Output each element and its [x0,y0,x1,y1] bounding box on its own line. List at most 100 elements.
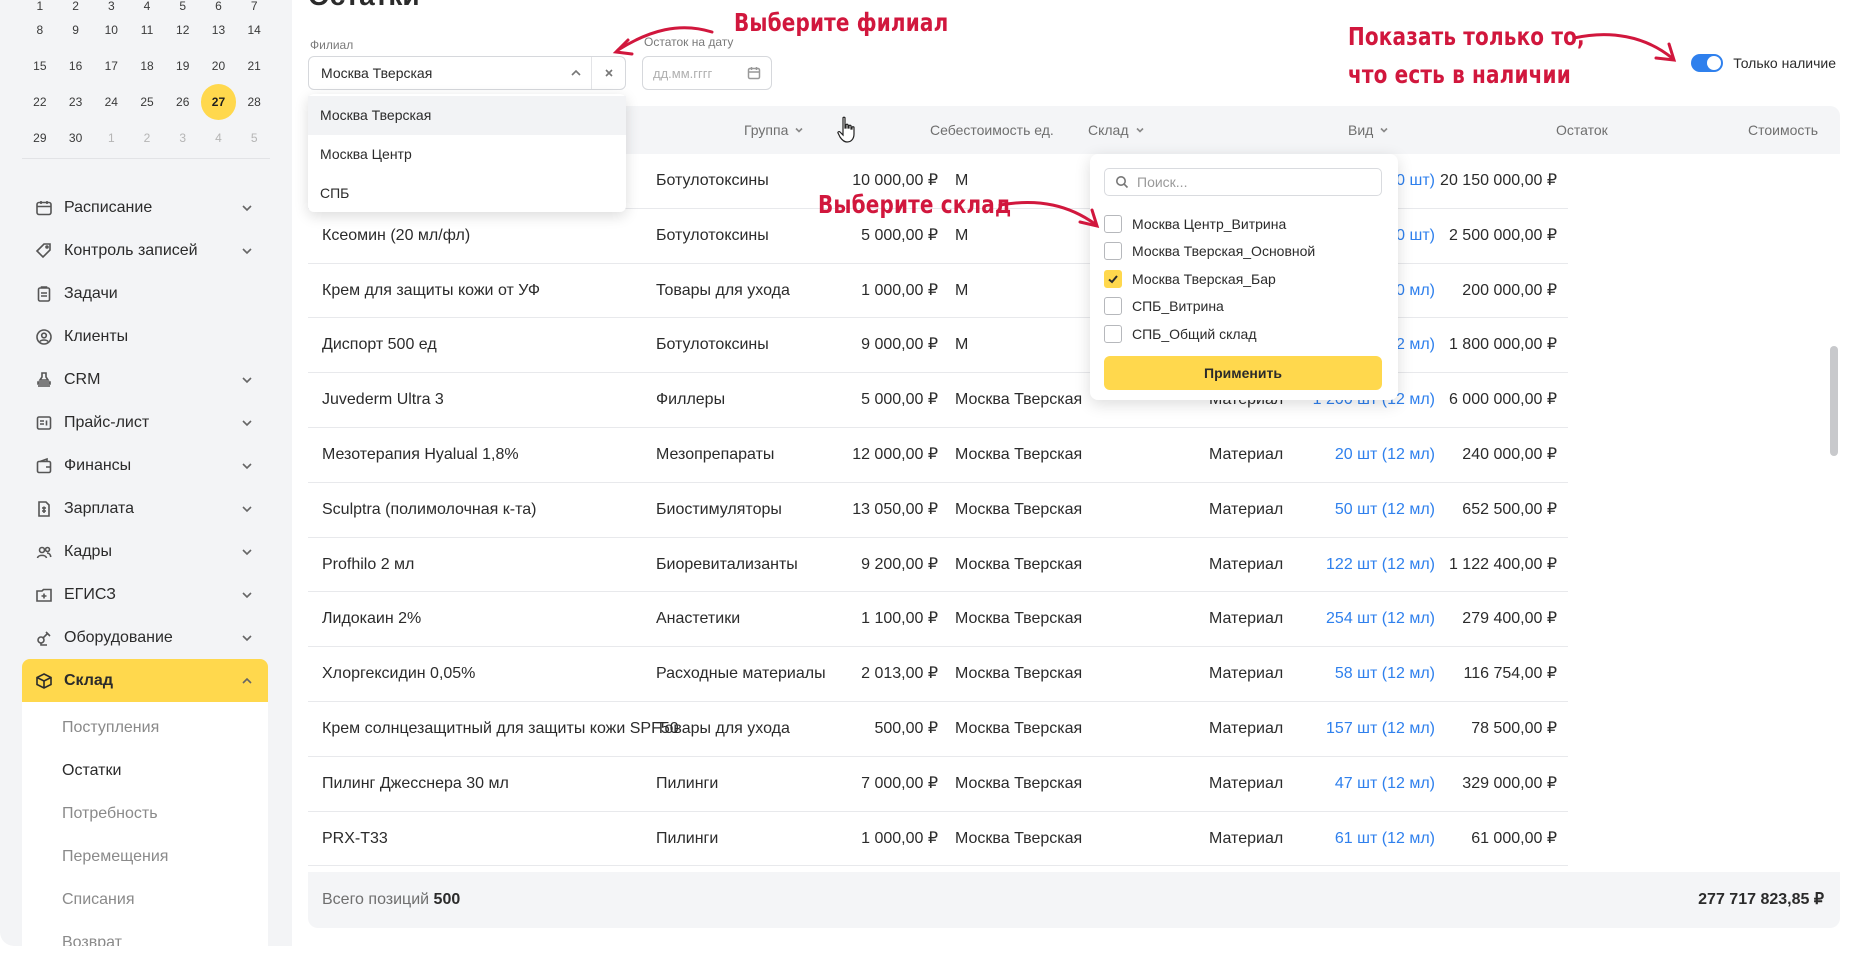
calendar-day[interactable]: 19 [165,52,201,80]
column-header-kind[interactable]: Вид [1348,106,1389,154]
calendar-day[interactable]: 30 [58,124,94,152]
cell-rest[interactable]: 50 шт (12 мл) [1335,483,1435,537]
chevron-up-icon[interactable] [561,57,591,89]
calendar-day[interactable]: 10 [93,16,129,44]
calendar-day[interactable]: 12 [165,16,201,44]
sidebar-item-stamp[interactable]: CRM [22,358,268,401]
apply-button[interactable]: Применить [1104,356,1382,390]
calendar-icon[interactable] [747,66,761,80]
cell-rest[interactable]: 47 шт (12 мл) [1335,757,1435,811]
sidebar-item-calendar[interactable]: Расписание [22,186,268,229]
calendar-day[interactable]: 15 [22,52,58,80]
table-row[interactable]: PRX-T33 Пилинги 1 000,00 ₽ Москва Тверская М… [308,812,1568,867]
calendar-day[interactable]: 25 [129,88,165,116]
calendar-day[interactable]: 1 [93,124,129,152]
warehouse-option[interactable]: СПБ_Общий склад [1104,320,1315,348]
checkbox[interactable] [1104,269,1122,288]
cell-group: Биоревитализанты [656,555,798,573]
table-row[interactable]: Крем солнцезащитный для защиты кожи SPF5… [308,702,1568,757]
cell-rest[interactable]: 58 шт (12 мл) [1335,647,1435,701]
calendar-day[interactable]: 9 [58,16,94,44]
calendar-day[interactable]: 28 [236,88,272,116]
calendar-day[interactable]: 8 [22,16,58,44]
subnav-item[interactable]: Перемещения [22,835,268,878]
subnav-item[interactable]: Возврат [22,921,268,946]
cell-rest[interactable]: 254 шт (12 мл) [1326,592,1435,646]
sidebar-item-tag[interactable]: Контроль записей [22,229,268,272]
cell-kind: Материал [1209,610,1284,628]
cell-rest[interactable]: 157 шт (12 мл) [1326,702,1435,756]
calendar-day[interactable]: 13 [201,16,237,44]
table-row[interactable]: Хлоргексидин 0,05% Расходные материалы 2 0… [308,647,1568,702]
warehouse-search[interactable] [1104,168,1382,196]
column-header-group[interactable]: Группа [744,106,804,154]
calendar-day[interactable]: 23 [58,88,94,116]
calendar-day[interactable]: 6 [201,0,237,12]
checkbox[interactable] [1104,297,1122,316]
warehouse-option[interactable]: Москва Тверская_Основной [1104,238,1315,266]
only-stock-toggle[interactable] [1691,54,1724,72]
sidebar-item-users[interactable]: Кадры [22,530,268,573]
sidebar-item-wallet[interactable]: Финансы [22,444,268,487]
calendar-day-today[interactable]: 27 [200,84,237,120]
table-row[interactable]: Лидокаин 2% Анастетики 1 100,00 ₽ Москва Тв… [308,592,1568,648]
warehouse-option[interactable]: Москва Тверская_Бар [1104,265,1315,293]
subnav-item[interactable]: Списания [22,878,268,921]
calendar-day[interactable]: 14 [236,16,272,44]
calendar-day[interactable]: 3 [93,0,129,12]
date-input[interactable] [653,65,747,81]
calendar-day[interactable]: 2 [129,124,165,152]
branch-option[interactable]: Москва Тверская [308,96,626,135]
chevron-down-icon [1380,127,1388,133]
table-row[interactable]: Profhilo 2 мл Биоревитализанты 9 200,00 ₽ М… [308,538,1568,593]
checkbox[interactable] [1104,242,1122,261]
calendar-day[interactable]: 24 [93,88,129,116]
calendar-day[interactable]: 18 [129,52,165,80]
warehouse-option[interactable]: СПБ_Витрина [1104,293,1315,321]
table-row[interactable]: Мезотерапия Hyalual 1,8% Мезопрепараты 12 … [308,428,1568,483]
sidebar-item-medical-folder[interactable]: ЕГИСЗ [22,573,268,616]
table-row[interactable]: Пилинг Джесснера 30 мл Пилинги 7 000,00 ₽ М… [308,757,1568,812]
warehouse-option[interactable]: Москва Центр_Витрина [1104,210,1315,238]
sidebar-item-user-circle[interactable]: Клиенты [22,315,268,358]
sidebar-item-salary[interactable]: Зарплата [22,487,268,530]
calendar-day[interactable]: 11 [129,16,165,44]
clipboard-icon [34,284,54,304]
calendar-day[interactable]: 26 [165,88,201,116]
calendar-day[interactable]: 17 [93,52,129,80]
cell-rest[interactable]: 61 шт (12 мл) [1335,812,1435,866]
clear-icon[interactable] [591,57,625,89]
subnav-item[interactable]: Поступления [22,706,268,749]
branch-option[interactable]: Москва Центр [308,135,626,174]
column-header-warehouse[interactable]: Склад [1088,106,1145,154]
checkbox[interactable] [1104,214,1122,233]
sidebar-item-warehouse[interactable]: Склад [22,659,268,702]
calendar-day[interactable]: 22 [22,88,58,116]
calendar-day[interactable]: 29 [22,124,58,152]
branch-option[interactable]: СПБ [308,174,626,213]
calendar-day[interactable]: 4 [201,124,237,152]
calendar-day[interactable]: 20 [201,52,237,80]
table-row[interactable]: Sculptra (полимолочная к-та) Биостимулято… [308,483,1568,538]
sidebar-item-clipboard[interactable]: Задачи [22,272,268,315]
calendar-day[interactable]: 5 [236,124,272,152]
checkbox[interactable] [1104,324,1122,343]
calendar-day[interactable]: 1 [22,0,58,12]
cell-rest[interactable]: 20 шт (12 мл) [1335,428,1435,482]
calendar-day[interactable]: 3 [165,124,201,152]
calendar-day[interactable]: 16 [58,52,94,80]
calendar-day[interactable]: 4 [129,0,165,12]
warehouse-search-input[interactable] [1137,174,1367,190]
subnav-item[interactable]: Остатки [22,749,268,792]
calendar-day[interactable]: 5 [165,0,201,12]
calendar-day[interactable]: 7 [236,0,272,12]
sidebar-item-price-list[interactable]: Прайс-лист [22,401,268,444]
cell-rest[interactable]: 122 шт (12 мл) [1326,538,1435,592]
subnav-item[interactable]: Потребность [22,792,268,835]
sidebar-item-equipment[interactable]: Оборудование [22,616,268,659]
calendar-day[interactable]: 21 [236,52,272,80]
scrollbar[interactable] [1830,346,1838,456]
branch-select[interactable]: Москва Тверская [308,56,626,90]
date-field[interactable] [642,56,772,90]
calendar-day[interactable]: 2 [58,0,94,12]
